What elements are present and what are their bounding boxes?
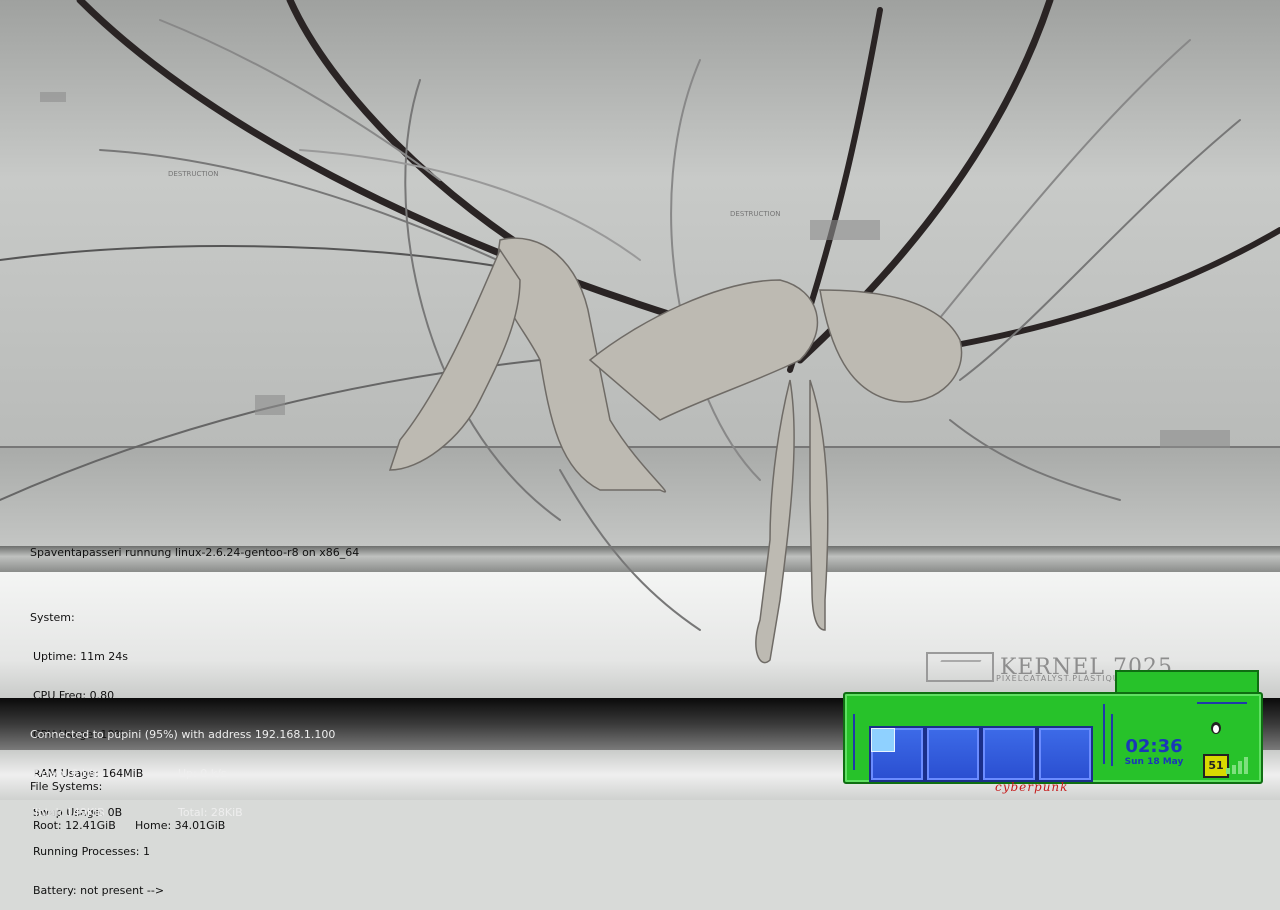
circuit-trace	[853, 714, 855, 770]
battery-value: Battery: not present -->	[33, 884, 165, 897]
cpu-freq-value: CPU Freq: 0.80	[33, 689, 115, 702]
system-title: System:	[30, 611, 75, 624]
clock-time: 02:36	[1125, 736, 1183, 757]
circuit-trace	[1197, 702, 1247, 704]
signal-strength-icon	[1226, 757, 1248, 774]
desktop-1-button[interactable]	[869, 726, 925, 782]
desktop-2-button[interactable]	[925, 726, 981, 782]
filesystems-title: File Systems:	[30, 780, 103, 793]
clock-date: Sun 18 May	[1124, 757, 1184, 767]
connection-status: Connected to pupini (95%) with address 1…	[30, 728, 336, 741]
circuit-trace	[1103, 704, 1105, 764]
wallpaper-label: DESTRUCTION	[730, 210, 781, 218]
uptime-value: Uptime: 11m 24s	[33, 650, 129, 663]
home-fs-usage: Home: 34.01GiB	[135, 819, 226, 832]
conky-hostname-line: Spaventapasseri runnung linux-2.6.24-gen…	[30, 546, 360, 559]
desktop-4-button[interactable]	[1037, 726, 1093, 782]
pager-board: 02:36 Sun 18 May cyberpunk 51	[843, 692, 1263, 794]
penguin-icon	[1211, 722, 1221, 734]
desktop-pager-widget: 02:36 Sun 18 May cyberpunk 51	[843, 670, 1263, 794]
desktop-3-button[interactable]	[981, 726, 1037, 782]
pager-brand-text: cyberpunk	[995, 780, 1069, 794]
running-processes-value: Running Processes: 1	[33, 845, 150, 858]
root-fs-usage: Root: 12.41GiB	[33, 819, 116, 832]
svg-text:DESTRUCTION: DESTRUCTION	[168, 170, 219, 178]
circuit-trace	[1111, 714, 1113, 766]
pager-clock: 02:36 Sun 18 May	[1115, 736, 1193, 767]
